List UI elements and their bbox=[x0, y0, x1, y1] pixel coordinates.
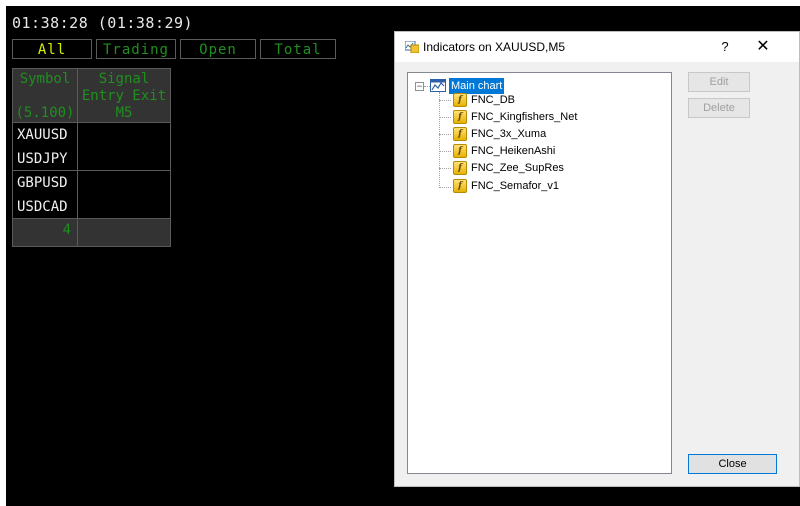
indicator-icon: f bbox=[453, 110, 467, 124]
symbol-header: Symbol (5.100) bbox=[12, 68, 78, 123]
signal-cell-group-2 bbox=[77, 170, 171, 219]
indicator-icon: f bbox=[453, 93, 467, 107]
tree-node-indicator[interactable]: FNC_DB bbox=[471, 92, 515, 108]
tree-connector bbox=[439, 151, 451, 152]
symbol-usdcad[interactable]: USDCAD bbox=[17, 195, 77, 219]
tree-node-indicator[interactable]: FNC_HeikenAshi bbox=[471, 143, 555, 159]
indicator-icon: f bbox=[453, 179, 467, 193]
symbol-group-2[interactable]: GBPUSD USDCAD bbox=[12, 170, 78, 219]
close-icon[interactable]: ✕ bbox=[751, 35, 775, 59]
tab-trading[interactable]: Trading bbox=[96, 39, 176, 59]
symbol-total-count: 4 bbox=[12, 218, 78, 247]
delete-button[interactable]: Delete bbox=[688, 98, 750, 118]
tree-connector bbox=[439, 134, 451, 135]
server-clock: 01:38:28 (01:38:29) bbox=[12, 14, 194, 32]
indicator-icon: f bbox=[453, 161, 467, 175]
tab-open[interactable]: Open bbox=[180, 39, 256, 59]
tree-node-indicator[interactable]: FNC_Semafor_v1 bbox=[471, 178, 559, 194]
signal-header: Signal Entry Exit M5 bbox=[77, 68, 171, 123]
symbol-count-label: (5.100) bbox=[15, 105, 75, 121]
signal-cell-group-1 bbox=[77, 122, 171, 171]
symbol-gbpusd[interactable]: GBPUSD bbox=[17, 171, 77, 195]
indicator-tree[interactable]: − Main chart f FNC_DB f FNC_Kingfishers_… bbox=[407, 72, 672, 474]
tree-node-indicator[interactable]: FNC_Kingfishers_Net bbox=[471, 109, 577, 125]
edit-button[interactable]: Edit bbox=[688, 72, 750, 92]
entry-exit-label: Entry Exit bbox=[81, 88, 167, 104]
tree-connector bbox=[439, 100, 451, 101]
collapse-icon[interactable]: − bbox=[415, 82, 424, 91]
tree-connector bbox=[439, 117, 451, 118]
symbol-xauusd[interactable]: XAUUSD bbox=[17, 123, 77, 147]
symbol-usdjpy[interactable]: USDJPY bbox=[17, 147, 77, 171]
tab-all[interactable]: All bbox=[12, 39, 92, 59]
tree-connector bbox=[439, 168, 451, 169]
indicator-icon: f bbox=[453, 127, 467, 141]
timeframe-label: M5 bbox=[115, 105, 133, 121]
tree-connector bbox=[439, 187, 451, 188]
tab-total[interactable]: Total bbox=[260, 39, 336, 59]
close-button[interactable]: Close bbox=[688, 454, 777, 474]
indicator-icon: f bbox=[453, 144, 467, 158]
indicators-window-icon bbox=[405, 41, 419, 53]
dialog-title: Indicators on XAUUSD,M5 bbox=[423, 40, 566, 54]
tree-connector bbox=[439, 92, 440, 188]
symbol-header-label: Symbol bbox=[19, 71, 71, 87]
chart-window-icon bbox=[430, 79, 446, 92]
signal-total-cell bbox=[77, 218, 171, 247]
dialog-titlebar[interactable]: Indicators on XAUUSD,M5 ? ✕ bbox=[395, 32, 799, 62]
signal-header-label: Signal bbox=[98, 71, 150, 87]
symbol-group-1[interactable]: XAUUSD USDJPY bbox=[12, 122, 78, 171]
help-button[interactable]: ? bbox=[715, 37, 735, 57]
tree-node-indicator[interactable]: FNC_Zee_SupRes bbox=[471, 160, 564, 176]
indicators-dialog: Indicators on XAUUSD,M5 ? ✕ − Main chart… bbox=[394, 31, 800, 487]
tree-node-indicator[interactable]: FNC_3x_Xuma bbox=[471, 126, 546, 142]
